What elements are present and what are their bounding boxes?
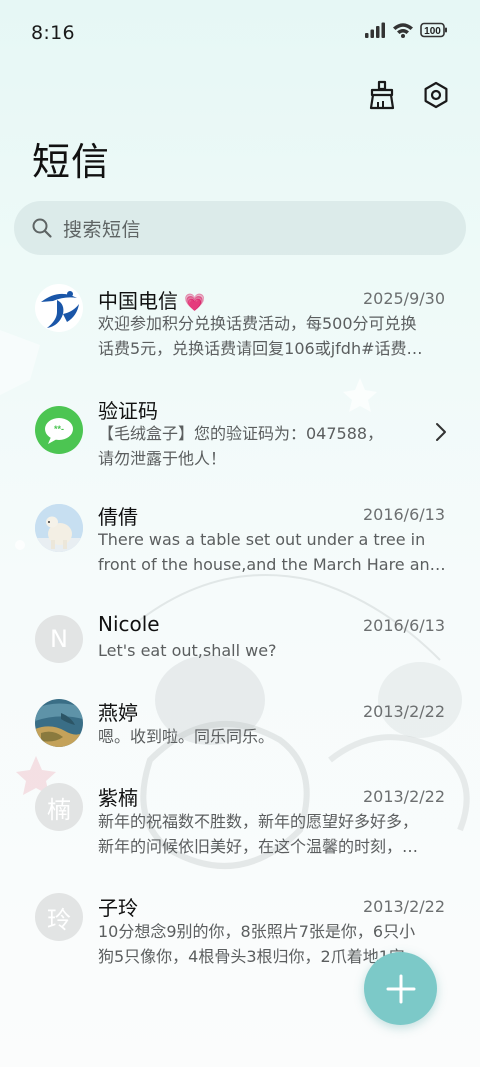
china-telecom-logo bbox=[41, 291, 79, 328]
status-time: 8:16 bbox=[31, 22, 75, 44]
message-date: 2013/2/22 bbox=[362, 787, 445, 806]
conversation-item[interactable]: 燕婷 2013/2/22 嗯。收到啦。同乐同乐。 bbox=[0, 690, 480, 775]
compose-button[interactable] bbox=[364, 952, 437, 1025]
page-title: 短信 bbox=[32, 140, 111, 184]
conversation-item[interactable]: N Nicole 2016/6/13 Let's eat out,shall w… bbox=[0, 605, 480, 690]
contact-name: 验证码 bbox=[98, 399, 158, 423]
landscape-photo bbox=[35, 699, 83, 747]
message-date: 2013/2/22 bbox=[362, 702, 445, 721]
contact-name: Nicole bbox=[98, 612, 160, 636]
message-bubble-icon: **- bbox=[45, 418, 73, 444]
conversation-item[interactable]: 楠 紫楠 2013/2/22 新年的祝福数不胜数，新年的愿望好多好多， 新年的问… bbox=[0, 775, 480, 885]
message-preview: Let's eat out,shall we? bbox=[98, 641, 277, 660]
avatar bbox=[35, 284, 83, 332]
contact-name: 子玲 bbox=[98, 896, 138, 920]
contact-name: 紫楠 bbox=[98, 786, 138, 810]
contact-name: 倩倩 bbox=[98, 505, 138, 529]
status-icons: 100 bbox=[364, 22, 448, 38]
message-preview: 【毛绒盒子】您的验证码为：047588， 请勿泄露于他人！ bbox=[98, 424, 384, 468]
search-input[interactable]: 搜索短信 bbox=[14, 201, 466, 255]
message-preview: 嗯。收到啦。同乐同乐。 bbox=[98, 727, 275, 746]
chevron-right-icon bbox=[436, 423, 446, 441]
conversation-item[interactable]: 中国电信 💗 2025/9/30 欢迎参加积分兑换话费活动，每500分可兑换 话… bbox=[0, 270, 480, 370]
clean-button[interactable] bbox=[365, 78, 399, 112]
header-actions bbox=[365, 78, 453, 112]
message-date: 2025/9/30 bbox=[362, 289, 445, 308]
conversation-item[interactable]: **- 验证码 【毛绒盒子】您的验证码为：047588， 请勿泄露于他人！ bbox=[0, 385, 480, 480]
message-date: 2016/6/13 bbox=[362, 616, 445, 635]
avatar bbox=[35, 504, 83, 552]
avatar: **- bbox=[35, 406, 83, 454]
signal-icon bbox=[365, 22, 385, 38]
status-bar: 8:16 100 bbox=[0, 0, 480, 68]
avatar: 玲 bbox=[35, 893, 83, 941]
message-date: 2013/2/22 bbox=[362, 897, 445, 916]
message-date: 2016/6/13 bbox=[362, 505, 445, 524]
svg-text:**-: **- bbox=[54, 424, 64, 434]
avatar bbox=[35, 699, 83, 747]
wifi-icon bbox=[393, 23, 413, 38]
avatar: 楠 bbox=[35, 783, 83, 831]
message-preview: 欢迎参加积分兑换话费活动，每500分可兑换 话费5元，兑换话费请回复106或jf… bbox=[98, 314, 423, 358]
search-placeholder: 搜索短信 bbox=[63, 218, 142, 241]
polar-bear-photo bbox=[35, 504, 83, 552]
message-preview: 新年的祝福数不胜数，新年的愿望好多好多， 新年的问候依旧美好，在这个温馨的时刻，… bbox=[98, 812, 419, 856]
message-preview: There was a table set out under a tree i… bbox=[98, 530, 446, 574]
broom-icon bbox=[369, 80, 395, 110]
battery-icon: 100 bbox=[420, 22, 447, 38]
search-icon bbox=[31, 217, 53, 239]
plus-icon bbox=[386, 974, 415, 1003]
conversation-item[interactable]: 倩倩 2016/6/13 There was a table set out u… bbox=[0, 495, 480, 595]
settings-button[interactable] bbox=[419, 78, 453, 112]
contact-name: 燕婷 bbox=[98, 701, 138, 725]
heart-badge: 💗 bbox=[184, 293, 206, 313]
contact-name: 中国电信 bbox=[98, 289, 178, 313]
avatar: N bbox=[35, 615, 83, 663]
battery-level: 100 bbox=[424, 26, 441, 37]
settings-icon bbox=[424, 81, 448, 109]
